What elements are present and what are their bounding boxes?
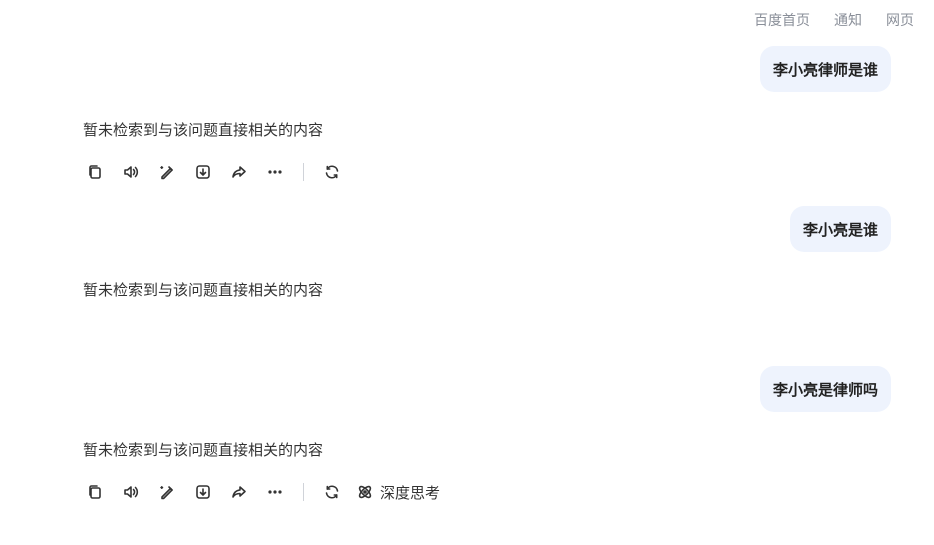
toolbar-divider [303,163,304,181]
download-icon[interactable] [191,160,215,184]
speaker-icon[interactable] [119,480,143,504]
answer-toolbar-3: 深度思考 [83,480,440,504]
share-icon[interactable] [227,160,251,184]
atom-icon [358,485,372,499]
speaker-icon[interactable] [119,160,143,184]
user-message-1: 李小亮律师是谁 [759,46,891,92]
nav-baidu-home[interactable]: 百度首页 [754,10,810,30]
deep-think-button[interactable]: 深度思考 [356,482,440,503]
top-navigation: 百度首页 通知 网页 [754,10,914,30]
share-icon[interactable] [227,480,251,504]
more-icon[interactable] [263,160,287,184]
chat-page: 百度首页 通知 网页 李小亮律师是谁 暂未检索到与该问题直接相关的内容 李小亮是… [0,0,934,545]
nav-notifications[interactable]: 通知 [834,10,862,30]
copy-icon[interactable] [83,160,107,184]
nav-web[interactable]: 网页 [886,10,914,30]
assistant-answer-2: 暂未检索到与该问题直接相关的内容 [83,281,324,299]
edit-icon[interactable] [155,480,179,504]
toolbar-divider [303,483,304,501]
assistant-answer-1: 暂未检索到与该问题直接相关的内容 [83,121,324,139]
regenerate-icon[interactable] [320,480,344,504]
deep-think-label: 深度思考 [380,483,441,502]
download-icon[interactable] [191,480,215,504]
more-icon[interactable] [263,480,287,504]
answer-toolbar-1 [83,160,356,184]
assistant-answer-3: 暂未检索到与该问题直接相关的内容 [83,441,324,459]
user-message-2: 李小亮是谁 [789,206,891,252]
edit-icon[interactable] [155,160,179,184]
regenerate-icon[interactable] [320,160,344,184]
user-message-3: 李小亮是律师吗 [759,366,891,412]
copy-icon[interactable] [83,480,107,504]
